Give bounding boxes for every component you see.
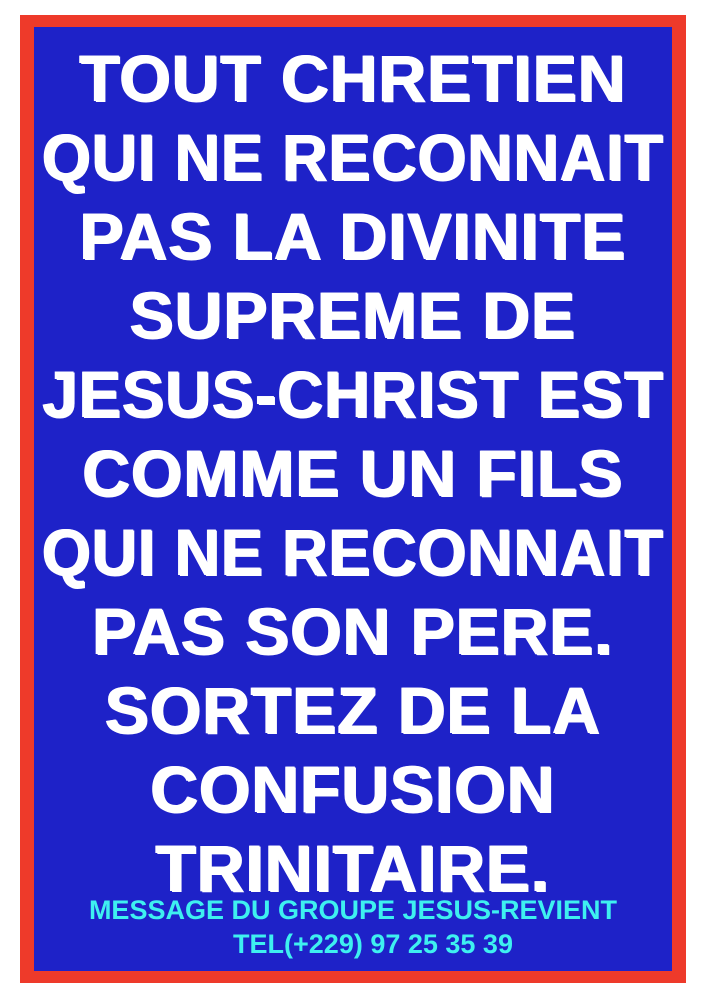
headline-line-3: PAS LA DIVINITE bbox=[79, 199, 627, 273]
headline-line-6: COMME UN FILS bbox=[82, 436, 624, 510]
headline-line-5: JESUS-CHRIST EST bbox=[42, 357, 664, 431]
headline: TOUT CHRETIEN QUI NE RECONNAIT PAS LA DI… bbox=[34, 39, 672, 908]
headline-line-1: TOUT CHRETIEN bbox=[79, 41, 627, 115]
poster-border: TOUT CHRETIEN QUI NE RECONNAIT PAS LA DI… bbox=[20, 15, 686, 983]
headline-line-8: PAS SON PERE. bbox=[92, 594, 614, 668]
headline-line-7: QUI NE RECONNAIT bbox=[42, 515, 664, 589]
poster-panel: TOUT CHRETIEN QUI NE RECONNAIT PAS LA DI… bbox=[34, 27, 672, 971]
footer-phone: TEL(+229) 97 25 35 39 bbox=[233, 929, 513, 959]
footer: MESSAGE DU GROUPE JESUS-REVIENT TEL(+229… bbox=[34, 893, 672, 961]
headline-line-4: SUPREME DE bbox=[129, 278, 577, 352]
headline-line-10: CONFUSION bbox=[150, 752, 556, 826]
headline-line-2: QUI NE RECONNAIT bbox=[42, 120, 664, 194]
footer-message: MESSAGE DU GROUPE JESUS-REVIENT bbox=[88, 895, 618, 925]
headline-line-9: SORTEZ DE LA bbox=[104, 673, 601, 747]
